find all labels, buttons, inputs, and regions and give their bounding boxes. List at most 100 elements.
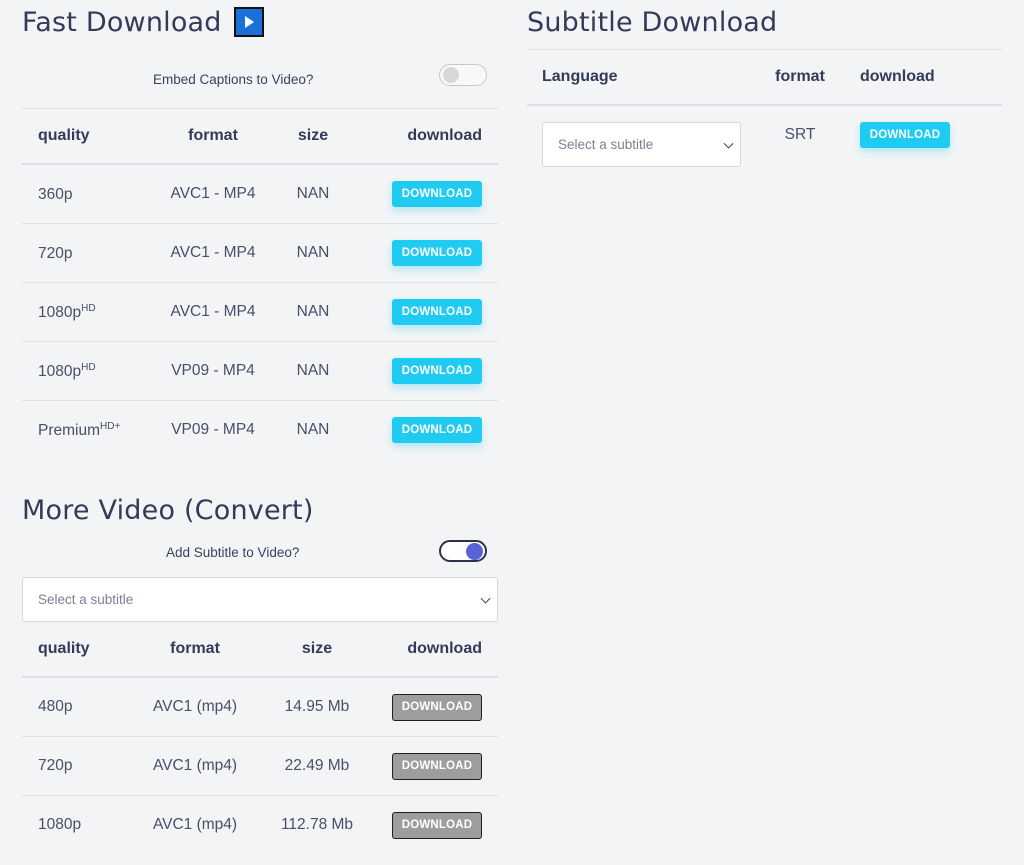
size-cell: 22.49 Mb bbox=[250, 736, 384, 796]
fast-download-header: Fast Download bbox=[22, 0, 498, 44]
download-button[interactable]: DOWNLOAD bbox=[392, 299, 482, 325]
download-button[interactable]: DOWNLOAD bbox=[392, 181, 482, 207]
size-cell: NAN bbox=[273, 223, 353, 283]
right-column: Subtitle Download Language format downlo… bbox=[527, 0, 1002, 192]
table-row: 1080pHD AVC1 - MP4 NAN DOWNLOAD bbox=[22, 282, 498, 342]
table-row: Select a subtitle SRT DOWNLOAD bbox=[527, 105, 1002, 192]
download-cell: DOWNLOAD bbox=[353, 223, 498, 283]
language-cell: Select a subtitle bbox=[527, 105, 754, 192]
table-row: PremiumHD+ VP09 - MP4 NAN DOWNLOAD bbox=[22, 401, 498, 460]
table-row: 480p AVC1 (mp4) 14.95 Mb DOWNLOAD bbox=[22, 677, 498, 737]
quality-cell: PremiumHD+ bbox=[22, 401, 153, 460]
size-cell: NAN bbox=[273, 282, 353, 342]
table-row: 720p AVC1 - MP4 NAN DOWNLOAD bbox=[22, 223, 498, 283]
quality-cell: 480p bbox=[22, 677, 140, 737]
table-row: 720p AVC1 (mp4) 22.49 Mb DOWNLOAD bbox=[22, 736, 498, 796]
format-cell: SRT bbox=[784, 126, 816, 143]
add-subtitle-row: Add Subtitle to Video? bbox=[22, 531, 498, 575]
quality-label: Premium bbox=[38, 421, 101, 439]
quality-label: 720p bbox=[38, 244, 73, 262]
quality-label: 360p bbox=[38, 185, 73, 203]
add-subtitle-toggle[interactable] bbox=[439, 540, 487, 562]
convert-download-button[interactable]: DOWNLOAD bbox=[392, 693, 482, 721]
subtitle-download-button[interactable]: DOWNLOAD bbox=[860, 122, 950, 148]
format-cell: AVC1 (mp4) bbox=[140, 736, 250, 796]
convert-download-button[interactable]: DOWNLOAD bbox=[392, 811, 482, 839]
column-header-format: format bbox=[153, 109, 273, 165]
column-header-size: size bbox=[273, 109, 353, 165]
download-cell: DOWNLOAD bbox=[384, 736, 498, 796]
format-cell: VP09 - MP4 bbox=[153, 341, 273, 401]
convert-download-button[interactable]: DOWNLOAD bbox=[392, 752, 482, 780]
table-header-row: Language format download bbox=[527, 50, 1002, 106]
fast-download-table: quality format size download 360p AVC1 - … bbox=[22, 109, 498, 459]
quality-cell: 360p bbox=[22, 164, 153, 224]
chevron-down-icon bbox=[480, 593, 491, 604]
embed-captions-toggle[interactable] bbox=[439, 64, 487, 86]
chevron-down-icon bbox=[723, 138, 734, 149]
size-cell: NAN bbox=[296, 421, 330, 438]
table-row: 1080pHD VP09 - MP4 NAN DOWNLOAD bbox=[22, 341, 498, 401]
fast-download-title: Fast Download bbox=[22, 6, 222, 38]
embed-captions-row: Embed Captions to Video? bbox=[22, 44, 498, 109]
format-cell: AVC1 - MP4 bbox=[153, 282, 273, 342]
quality-label: 1080p bbox=[38, 362, 82, 380]
download-cell: DOWNLOAD bbox=[384, 677, 498, 737]
download-button[interactable]: DOWNLOAD bbox=[392, 417, 482, 443]
quality-badge: HD+ bbox=[100, 420, 121, 432]
quality-badge: HD bbox=[81, 302, 96, 314]
download-button[interactable]: DOWNLOAD bbox=[392, 358, 482, 384]
column-header-format: format bbox=[754, 50, 846, 106]
subtitle-language-select[interactable]: Select a subtitle bbox=[542, 122, 741, 167]
format-cell: VP09 - MP4 bbox=[171, 421, 255, 438]
download-cell: DOWNLOAD bbox=[353, 164, 498, 224]
format-cell: AVC1 (mp4) bbox=[140, 677, 250, 737]
format-cell: AVC1 (mp4) bbox=[152, 816, 238, 833]
column-header-download: download bbox=[353, 109, 498, 165]
download-button[interactable]: DOWNLOAD bbox=[392, 240, 482, 266]
table-row: 360p AVC1 - MP4 NAN DOWNLOAD bbox=[22, 164, 498, 224]
download-cell: DOWNLOAD bbox=[353, 341, 498, 401]
add-subtitle-label: Add Subtitle to Video? bbox=[166, 545, 300, 560]
size-cell: NAN bbox=[273, 341, 353, 401]
table-header-row: quality format size download bbox=[22, 622, 498, 678]
column-header-quality: quality bbox=[22, 109, 153, 165]
left-column: Fast Download Embed Captions to Video? q… bbox=[22, 0, 498, 854]
more-video-title: More Video (Convert) bbox=[22, 494, 314, 526]
quality-label: 1080p bbox=[38, 303, 82, 321]
download-cell: DOWNLOAD bbox=[384, 796, 498, 855]
subtitle-select-placeholder: Select a subtitle bbox=[558, 137, 654, 152]
size-cell: 112.78 Mb bbox=[280, 816, 354, 833]
play-icon[interactable] bbox=[233, 7, 264, 37]
download-cell: DOWNLOAD bbox=[846, 105, 1002, 192]
convert-table: quality format size download 480p AVC1 (m… bbox=[22, 622, 498, 854]
size-cell: 14.95 Mb bbox=[250, 677, 384, 737]
size-cell: NAN bbox=[273, 164, 353, 224]
column-header-format: format bbox=[140, 622, 250, 678]
toggle-knob bbox=[466, 543, 483, 560]
toggle-knob bbox=[443, 67, 459, 83]
column-header-quality: quality bbox=[22, 622, 140, 678]
table-header-row: quality format size download bbox=[22, 109, 498, 165]
convert-subtitle-placeholder: Select a subtitle bbox=[38, 592, 134, 607]
column-header-download: download bbox=[384, 622, 498, 678]
column-header-download: download bbox=[846, 50, 1002, 106]
quality-cell: 720p bbox=[22, 223, 153, 283]
format-cell: AVC1 - MP4 bbox=[153, 164, 273, 224]
more-video-header: More Video (Convert) bbox=[22, 489, 498, 531]
quality-cell: 1080pHD bbox=[22, 282, 153, 342]
download-cell: DOWNLOAD bbox=[353, 401, 498, 460]
quality-cell: 1080p bbox=[38, 816, 82, 833]
subtitle-download-table: Language format download Select a subtit… bbox=[527, 50, 1002, 192]
embed-captions-label: Embed Captions to Video? bbox=[153, 72, 314, 87]
format-cell: AVC1 - MP4 bbox=[153, 223, 273, 283]
quality-cell: 720p bbox=[22, 736, 140, 796]
quality-badge: HD bbox=[81, 361, 96, 373]
quality-cell: 1080pHD bbox=[22, 341, 153, 401]
column-header-language: Language bbox=[527, 50, 754, 106]
convert-subtitle-select[interactable]: Select a subtitle bbox=[22, 577, 498, 622]
subtitle-download-header: Subtitle Download bbox=[527, 0, 1002, 44]
table-row: 1080p AVC1 (mp4) 112.78 Mb DOWNLOAD bbox=[22, 796, 498, 855]
subtitle-download-title: Subtitle Download bbox=[527, 6, 778, 38]
download-cell: DOWNLOAD bbox=[353, 282, 498, 342]
